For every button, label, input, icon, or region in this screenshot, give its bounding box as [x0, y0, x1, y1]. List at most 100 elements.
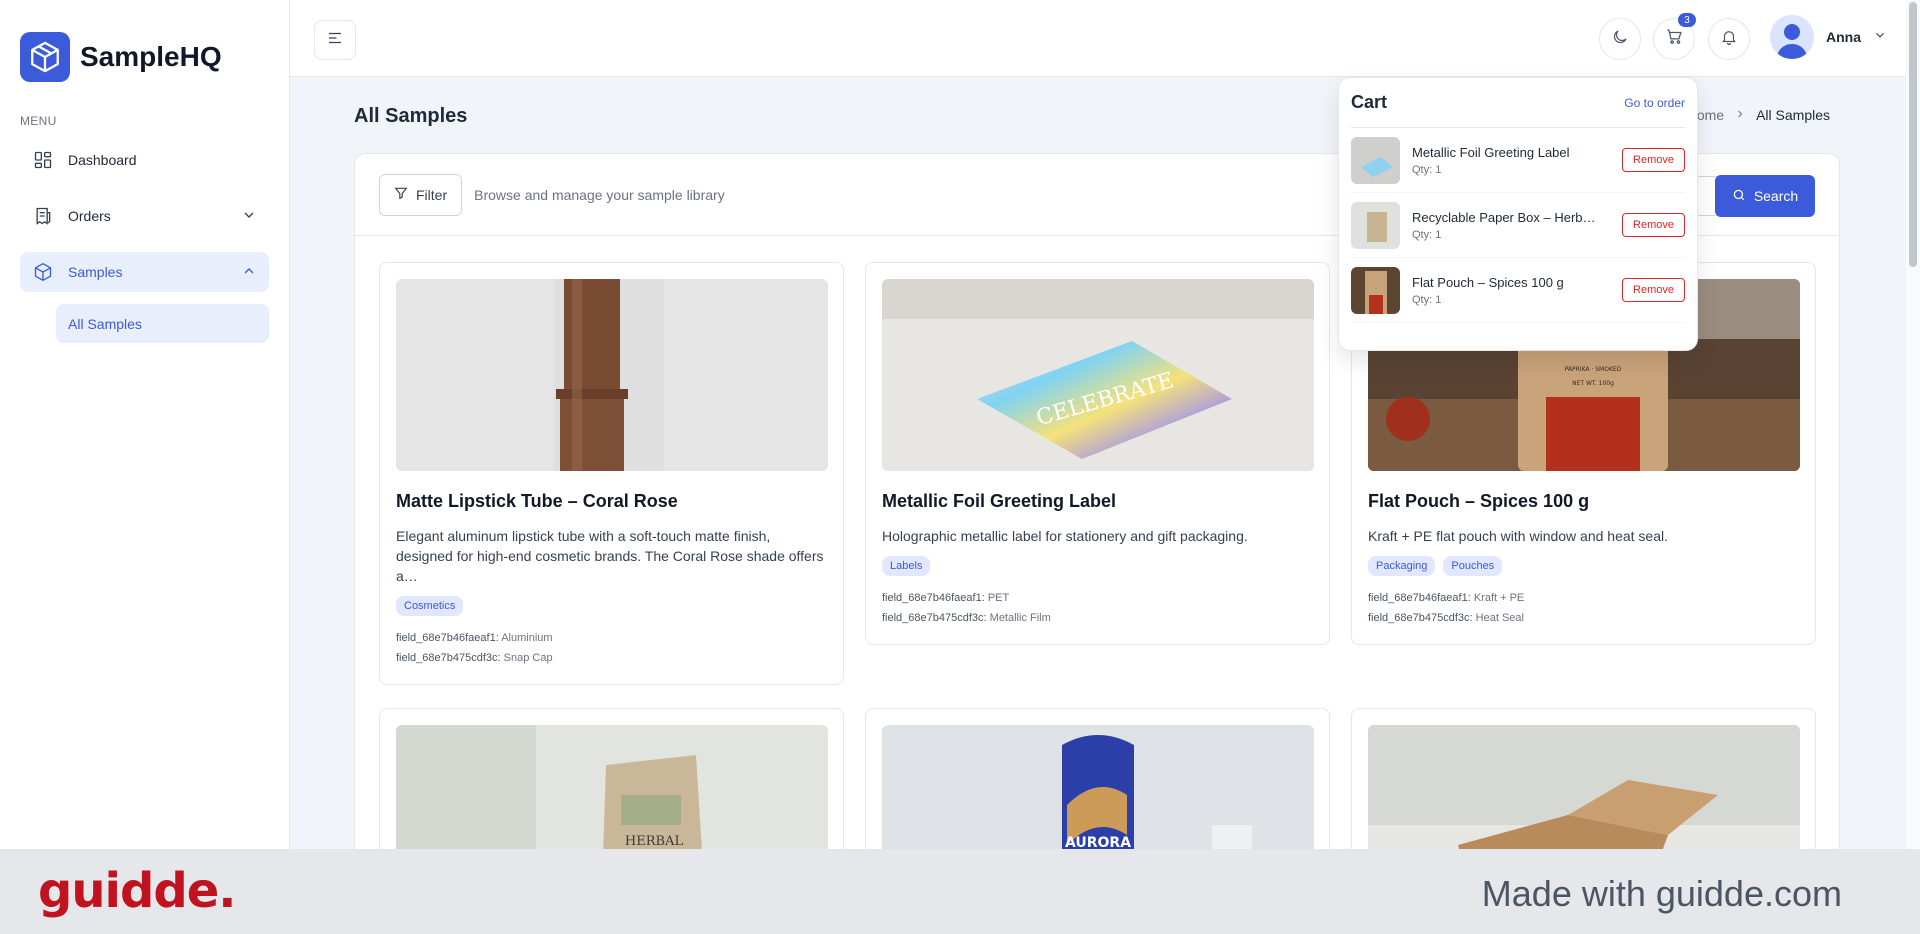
meta-key: field_68e7b475cdf3c: [1368, 612, 1473, 624]
theme-toggle-button[interactable] [1599, 18, 1641, 60]
sample-image: HERBAL [396, 725, 828, 849]
cart-button[interactable]: 3 [1653, 13, 1696, 60]
cart-item-qty: Qty: 1 [1412, 163, 1442, 176]
brand[interactable]: SampleHQ [0, 0, 289, 84]
breadcrumb-current: All Samples [1756, 107, 1830, 123]
meta-value: Heat Seal [1475, 612, 1524, 624]
menu-toggle-button[interactable] [314, 20, 356, 60]
menu-title: MENU [20, 114, 57, 128]
sample-title: Flat Pouch – Spices 100 g [1368, 491, 1590, 511]
tag: Packaging [1368, 556, 1436, 576]
meta-value: PET [987, 592, 1010, 604]
meta-row: field_68e7b475cdf3c: Metallic Film [882, 608, 1313, 628]
cart-item-name: Recyclable Paper Box – Herb… [1412, 209, 1596, 225]
cart-item-info: Recyclable Paper Box – Herb… Qty: 1 [1412, 210, 1602, 241]
sample-card[interactable]: Matte Lipstick Tube – Coral Rose Elegant… [379, 262, 844, 685]
samples-subnav: All Samples [20, 304, 269, 343]
sample-card[interactable]: HERBAL [379, 708, 844, 849]
meta-row: field_68e7b475cdf3c: Snap Cap [396, 648, 827, 668]
avatar [1770, 15, 1814, 59]
sidebar-item-label: Orders [68, 208, 111, 224]
meta-row: field_68e7b46faeaf1: PET [882, 588, 1313, 608]
toolbar-description: Browse and manage your sample library [474, 186, 725, 203]
sample-image-text: PAPRIKA · SMOKED [1565, 366, 1622, 373]
page-scrollbar[interactable] [1906, 0, 1920, 849]
moon-icon [1611, 28, 1629, 51]
tag: Cosmetics [396, 596, 464, 616]
sidebar-item-orders[interactable]: Orders [20, 196, 269, 236]
tag-list: Labels [882, 556, 1313, 576]
search-label: Search [1753, 188, 1799, 204]
filter-icon [394, 186, 408, 203]
sample-title: Metallic Foil Greeting Label [882, 491, 1117, 511]
sample-image [396, 279, 828, 471]
search-icon [1732, 188, 1746, 205]
cart-item-qty: Qty: 1 [1412, 293, 1442, 306]
sample-description: Holographic metallic label for stationer… [882, 528, 1248, 544]
go-to-order-link[interactable]: Go to order [1624, 96, 1685, 110]
grid-icon [32, 149, 54, 171]
meta-row: field_68e7b46faeaf1: Aluminium [396, 628, 827, 648]
cart-item-info: Flat Pouch – Spices 100 g Qty: 1 [1412, 275, 1602, 306]
meta-key: field_68e7b475cdf3c: [882, 612, 987, 624]
cart-item: Recyclable Paper Box – Herb… Qty: 1 Remo… [1351, 193, 1685, 258]
sample-image-text: AURORA [1065, 835, 1131, 849]
sidebar-item-dashboard[interactable]: Dashboard [20, 140, 269, 180]
chevron-right-icon [1734, 107, 1746, 123]
cart-item-thumbnail [1351, 201, 1400, 249]
chevron-down-icon [241, 207, 257, 226]
cube-logo-icon [20, 32, 70, 82]
brand-name: SampleHQ [80, 41, 222, 72]
cart-item-thumbnail [1351, 266, 1400, 314]
meta-row: field_68e7b475cdf3c: Heat Seal [1368, 608, 1799, 628]
meta-row: field_68e7b46faeaf1: Kraft + PE [1368, 588, 1799, 608]
meta-key: field_68e7b46faeaf1: [396, 632, 499, 644]
tag-list: Cosmetics [396, 596, 827, 616]
sample-image-text: HERBAL [625, 834, 684, 849]
cart-header: Cart Go to order [1351, 92, 1685, 128]
sample-image-text: NET WT. 100g [1572, 380, 1614, 387]
cart-dropdown: Cart Go to order Metallic Foil Greeting … [1338, 77, 1698, 351]
sidebar-nav: Dashboard Orders Samples All Samples [0, 140, 289, 343]
meta-value: Aluminium [501, 632, 553, 644]
sidebar-item-all-samples[interactable]: All Samples [56, 304, 269, 343]
sample-card[interactable] [1351, 708, 1816, 849]
sidebar-item-label: Dashboard [68, 152, 137, 168]
made-with-text: Made with guidde.com [1481, 873, 1842, 914]
sample-title: Matte Lipstick Tube – Coral Rose [396, 491, 678, 511]
user-menu[interactable]: Anna [1770, 15, 1887, 59]
tag: Pouches [1443, 556, 1503, 576]
meta-key: field_68e7b46faeaf1: [882, 592, 985, 604]
sidebar: SampleHQ MENU Dashboard Orders Samples A… [0, 0, 290, 849]
sample-card[interactable]: AURORA [865, 708, 1330, 849]
guidde-logo: guidde. [38, 863, 236, 919]
meta-key: field_68e7b475cdf3c: [396, 652, 501, 664]
bell-icon [1720, 28, 1738, 51]
cart-item-qty: Qty: 1 [1412, 228, 1442, 241]
box-icon [32, 261, 54, 283]
user-name: Anna [1826, 29, 1861, 45]
remove-button[interactable]: Remove [1622, 148, 1685, 172]
cart-item-thumbnail [1351, 136, 1400, 184]
sidebar-item-samples[interactable]: Samples [20, 252, 269, 292]
sample-meta: field_68e7b46faeaf1: Aluminium field_68e… [396, 628, 827, 668]
meta-value: Snap Cap [503, 652, 553, 664]
sample-card[interactable]: CELEBRATE Metallic Foil Greeting Label H… [865, 262, 1330, 645]
cart-count-badge: 3 [1678, 13, 1696, 27]
notifications-button[interactable] [1708, 18, 1750, 60]
tag: Labels [882, 556, 931, 576]
remove-button[interactable]: Remove [1622, 213, 1685, 237]
cart-item-name: Flat Pouch – Spices 100 g [1412, 274, 1564, 290]
cart-item: Flat Pouch – Spices 100 g Qty: 1 Remove [1351, 258, 1685, 323]
meta-value: Kraft + PE [1473, 592, 1525, 604]
cart-title: Cart [1351, 92, 1388, 112]
guidde-banner: guidde. Made with guidde.com [0, 849, 1920, 934]
meta-key: field_68e7b46faeaf1: [1368, 592, 1471, 604]
receipt-icon [32, 205, 54, 227]
remove-button[interactable]: Remove [1622, 278, 1685, 302]
tag-list: Packaging Pouches [1368, 556, 1799, 576]
scrollbar-thumb[interactable] [1909, 2, 1917, 267]
filter-button[interactable]: Filter [379, 173, 463, 216]
search-button[interactable]: Search [1715, 175, 1815, 217]
sample-description: Kraft + PE flat pouch with window and he… [1368, 528, 1669, 544]
